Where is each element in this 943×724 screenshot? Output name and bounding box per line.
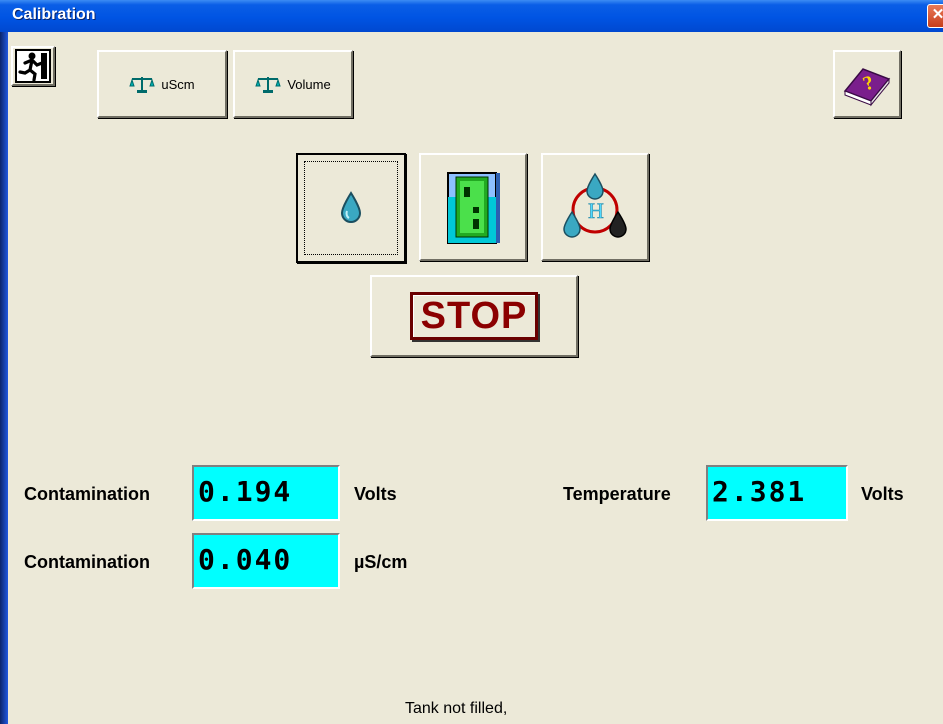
stop-button-label: STOP (409, 292, 539, 340)
temperature-volts-unit: Volts (861, 484, 904, 504)
stop-button[interactable]: STOP (370, 275, 578, 357)
volume-button[interactable]: Volume (233, 50, 353, 118)
help-book-icon: ? (843, 68, 891, 107)
calibration-client-area (8, 32, 943, 724)
contamination-volts-label: Contamination (24, 484, 150, 504)
balance-scale-icon (129, 77, 156, 93)
tank-level-button[interactable] (419, 153, 527, 261)
contamination-volts-display: 0.194 (192, 465, 340, 521)
close-button[interactable]: ✕ (927, 4, 943, 28)
focus-indicator (304, 161, 398, 255)
help-button[interactable]: ? (833, 50, 901, 118)
hydrogen-drops-icon: H (563, 172, 627, 238)
exit-button[interactable] (11, 46, 55, 86)
hydrogen-button[interactable]: H (541, 153, 649, 261)
volume-button-label: Volume (287, 76, 331, 92)
svg-text:H: H (588, 198, 604, 223)
close-icon: ✕ (931, 6, 943, 23)
temperature-volts-label: Temperature (563, 484, 671, 504)
window-title: Calibration (12, 6, 96, 23)
title-bar[interactable]: Calibration ✕ (0, 0, 943, 32)
contamination-us-label: Contamination (24, 552, 150, 572)
temperature-volts-display: 2.381 (706, 465, 848, 521)
contamination-us-display: 0.040 (192, 533, 340, 589)
drop-mode-button[interactable] (296, 153, 406, 263)
contamination-volts-unit: Volts (354, 484, 397, 504)
status-message: Tank not filled, (405, 700, 508, 717)
uscm-button-label: uScm (161, 76, 195, 92)
window-left-border (0, 0, 8, 724)
tank-level-icon (447, 172, 500, 244)
contamination-us-unit: µS/cm (354, 552, 408, 572)
balance-scale-icon (255, 77, 282, 93)
uscm-button[interactable]: uScm (97, 50, 227, 118)
exit-running-man-icon (15, 49, 51, 83)
